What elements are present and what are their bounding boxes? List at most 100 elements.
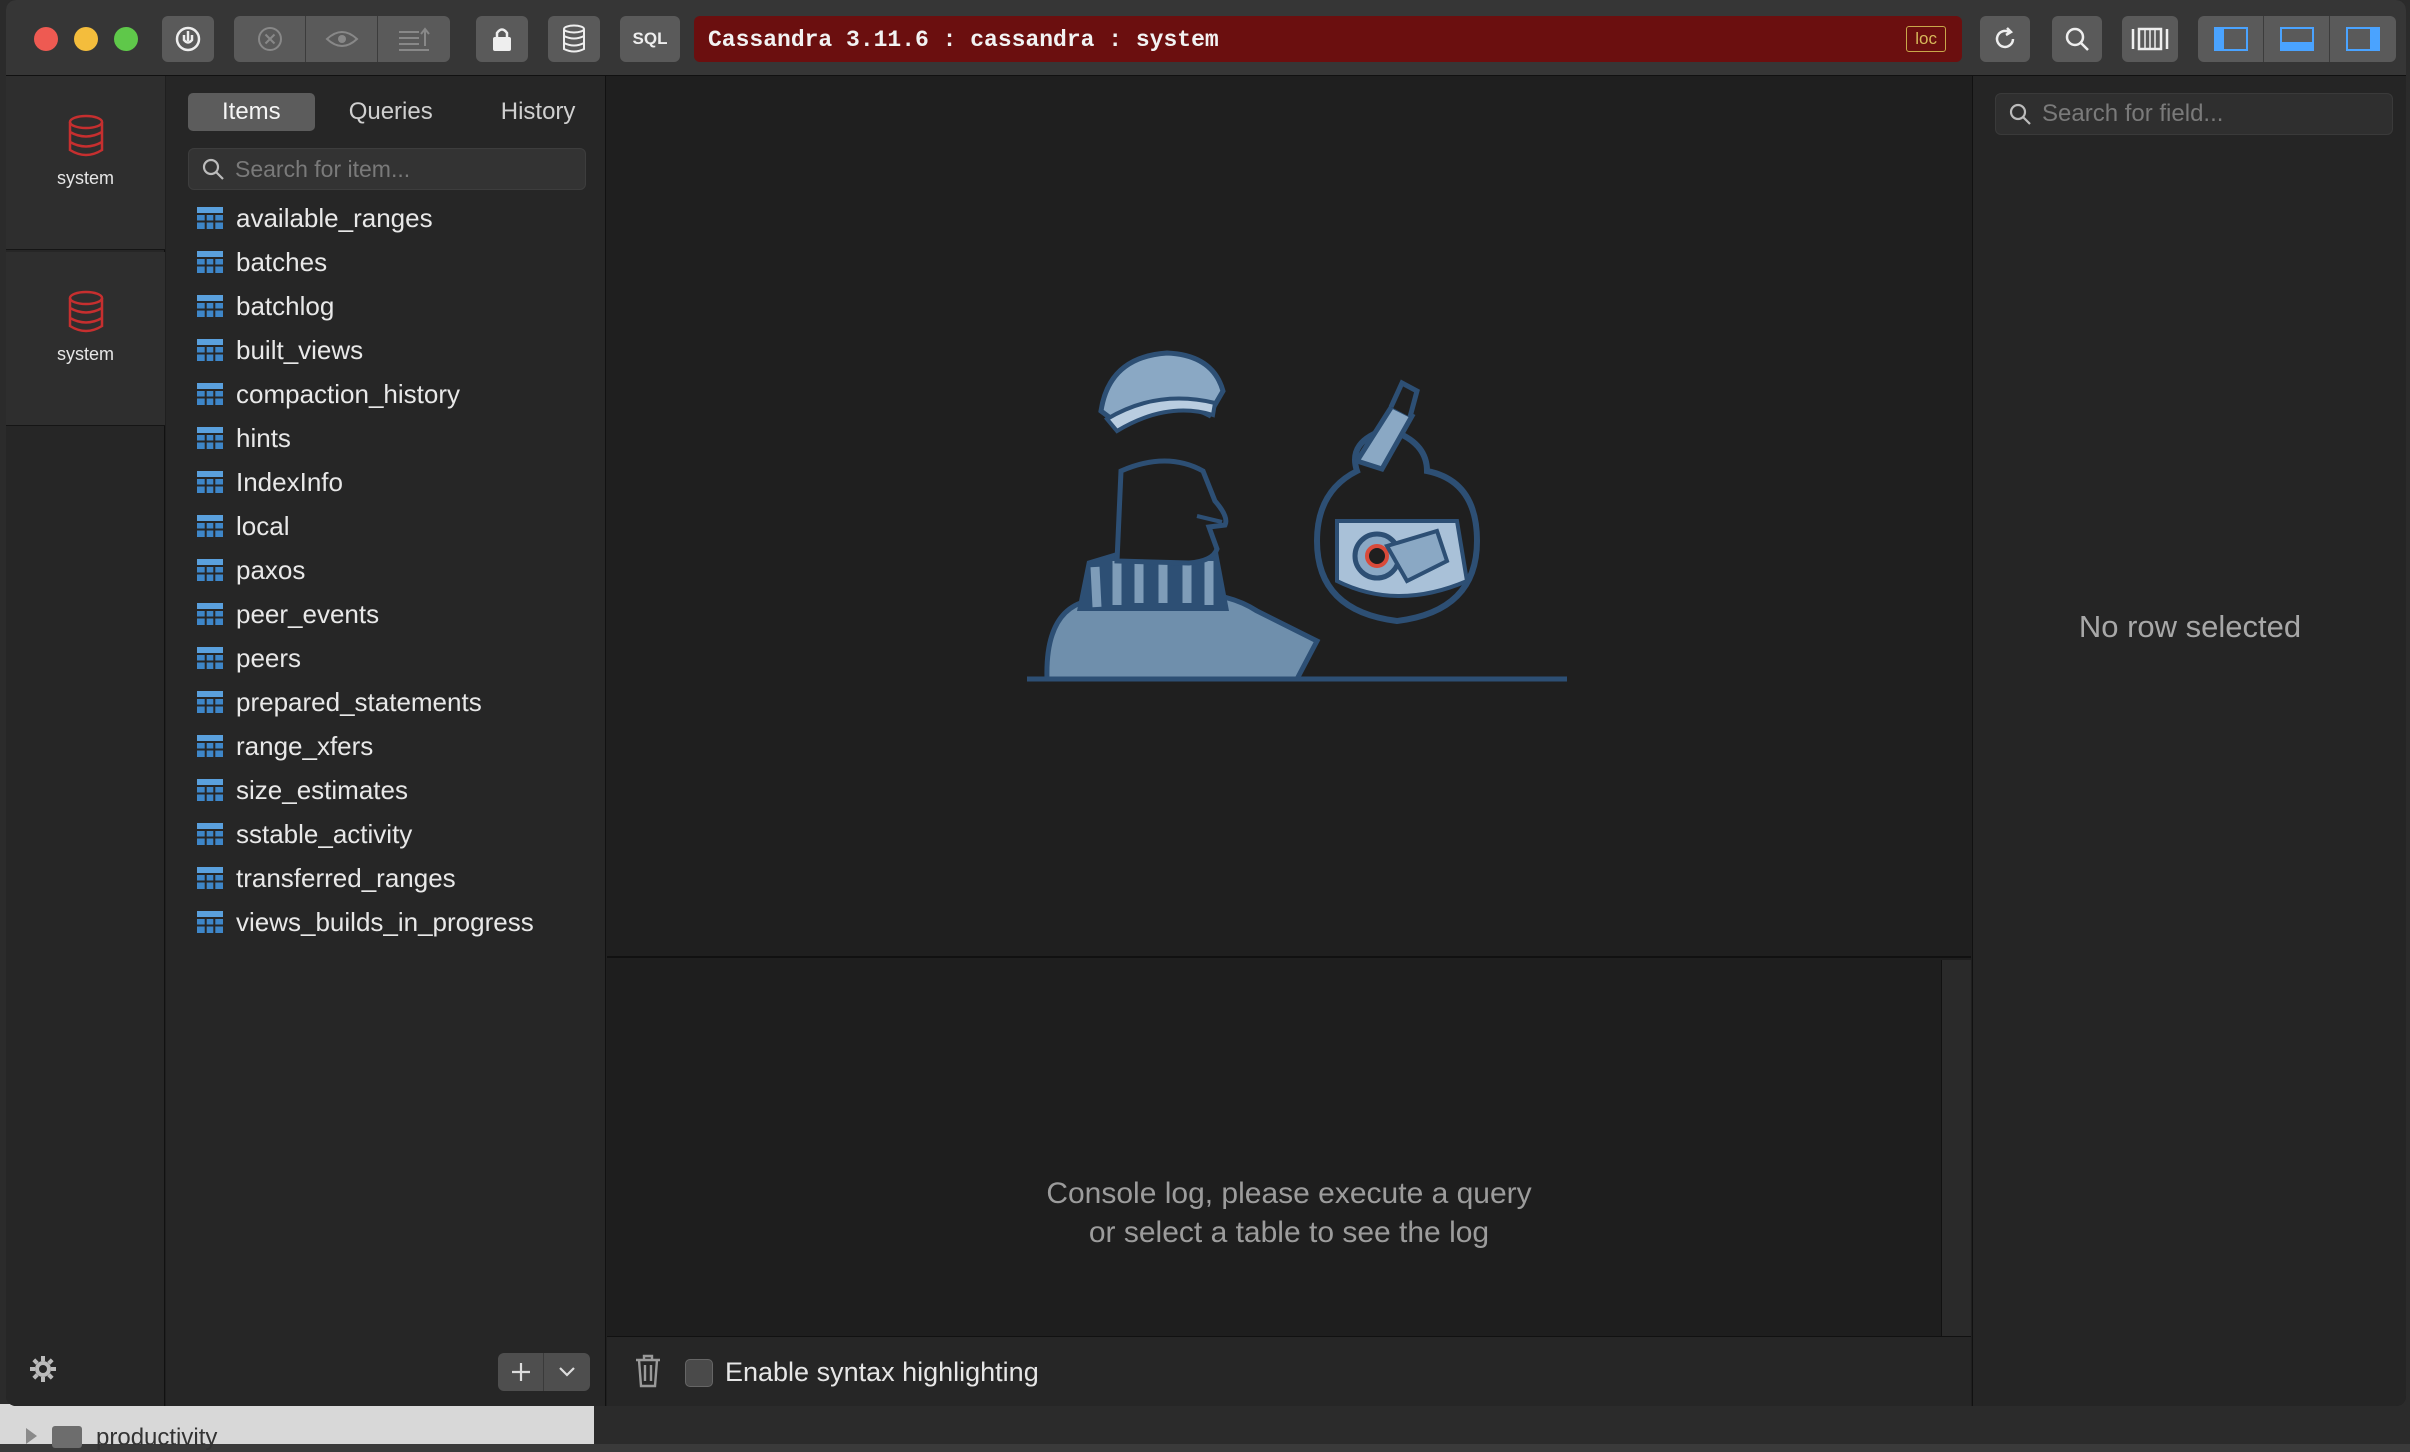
lock-icon <box>493 28 511 51</box>
sidebar-table-label: transferred_ranges <box>236 862 456 893</box>
no-row-selected-message: No row selected <box>2078 609 2302 644</box>
layout-toggle-group <box>2198 16 2396 62</box>
sidebar-table-label: size_estimates <box>236 774 408 805</box>
search-button[interactable] <box>2052 16 2102 62</box>
sidebar-table-item[interactable]: batchlog <box>196 284 534 328</box>
table-icon <box>197 779 223 801</box>
database-label: system <box>56 344 114 364</box>
add-options-dropdown[interactable] <box>544 1353 590 1391</box>
syntax-highlighting-label[interactable]: Enable syntax highlighting <box>725 1357 1039 1388</box>
columns-button[interactable] <box>2122 16 2178 62</box>
sidebar-table-item[interactable]: hints <box>196 416 534 460</box>
database-label: system <box>56 168 114 188</box>
database-item[interactable]: system <box>6 252 165 426</box>
stop-query-button[interactable] <box>234 16 306 62</box>
lines-upload-icon <box>399 27 430 51</box>
gear-icon[interactable] <box>28 1354 58 1384</box>
sidebar-table-label: IndexInfo <box>236 466 343 497</box>
close-window-button[interactable] <box>34 27 58 51</box>
database-icon <box>563 24 585 53</box>
sidebar-table-item[interactable]: views_builds_in_progress <box>196 900 534 944</box>
sidebar-table-label: range_xfers <box>236 730 374 761</box>
console-scrollbar[interactable] <box>1941 960 1971 1336</box>
sidebar-table-label: hints <box>236 422 291 453</box>
console-footer: Enable syntax highlighting <box>607 1336 1971 1406</box>
console-message-line1: Console log, please execute a query <box>1046 1177 1532 1210</box>
sidebar-table-item[interactable]: paxos <box>196 548 534 592</box>
bottom-panel-icon <box>2279 27 2314 51</box>
sidebar-table-label: prepared_statements <box>236 686 482 717</box>
finder-window-fragment: productivity <box>0 1404 594 1451</box>
columns-icon <box>2131 27 2169 51</box>
syntax-highlighting-checkbox[interactable] <box>685 1359 713 1387</box>
table-icon <box>197 735 223 757</box>
sidebar-table-item[interactable]: sstable_activity <box>196 812 534 856</box>
connection-info-bar[interactable]: Cassandra 3.11.6 : cassandra : system lo… <box>694 16 1962 62</box>
finder-item-label[interactable]: productivity <box>96 1424 217 1452</box>
tab-queries[interactable]: Queries <box>315 93 467 131</box>
sidebar-tabs: Items Queries History <box>188 93 609 131</box>
search-icon <box>2065 27 2089 51</box>
add-item-button[interactable] <box>498 1353 544 1391</box>
table-icon <box>197 295 223 317</box>
console-message-line2: or select a table to see the log <box>1088 1216 1490 1249</box>
table-list: available_ranges batches batchlog built_vie… <box>196 196 534 944</box>
tab-items[interactable]: Items <box>188 93 315 131</box>
cancel-circle-icon <box>257 27 282 51</box>
console-log[interactable] <box>607 960 1941 1336</box>
table-icon <box>197 251 223 273</box>
sidebar-table-item[interactable]: peer_events <box>196 592 534 636</box>
connection-button[interactable] <box>162 16 214 62</box>
sql-query-button[interactable]: SQL <box>620 16 680 62</box>
connection-tag-badge: loc <box>1906 26 1946 52</box>
sidebar-table-item[interactable]: range_xfers <box>196 724 534 768</box>
disclosure-triangle-icon[interactable] <box>26 1428 37 1444</box>
format-button[interactable] <box>378 16 450 62</box>
database-button[interactable] <box>548 16 600 62</box>
preview-button[interactable] <box>306 16 378 62</box>
tab-history[interactable]: History <box>467 93 610 131</box>
sidebar-table-item[interactable]: IndexInfo <box>196 460 534 504</box>
sql-label: SQL <box>632 29 668 48</box>
table-icon <box>197 339 223 361</box>
sidebar-table-item[interactable]: batches <box>196 240 534 284</box>
chevron-down-icon <box>559 1367 575 1377</box>
toolbar-action-group <box>234 16 450 62</box>
zoom-window-button[interactable] <box>114 27 138 51</box>
minimize-window-button[interactable] <box>74 27 98 51</box>
sidebar-table-item[interactable]: local <box>196 504 534 548</box>
connection-title: Cassandra 3.11.6 : cassandra : system <box>708 27 1219 53</box>
field-search-box <box>1995 93 2393 135</box>
table-icon <box>197 427 223 449</box>
toggle-bottom-panel-button[interactable] <box>2264 16 2330 62</box>
field-search-input[interactable] <box>2042 100 2382 128</box>
sidebar-table-item[interactable]: built_views <box>196 328 534 372</box>
trash-icon[interactable] <box>633 1353 663 1389</box>
folder-icon <box>52 1426 82 1448</box>
table-icon <box>197 647 223 669</box>
database-icon <box>68 290 103 333</box>
search-icon <box>202 158 224 180</box>
toggle-right-panel-button[interactable] <box>2330 16 2396 62</box>
sidebar-table-label: views_builds_in_progress <box>236 906 534 937</box>
database-item[interactable]: system <box>6 76 165 250</box>
table-icon <box>197 207 223 229</box>
table-icon <box>197 823 223 845</box>
refresh-button[interactable] <box>1980 16 2030 62</box>
table-icon <box>197 603 223 625</box>
sidebar-table-item[interactable]: size_estimates <box>196 768 534 812</box>
search-icon <box>2009 103 2031 125</box>
sidebar-table-item[interactable]: available_ranges <box>196 196 534 240</box>
sidebar-table-item[interactable]: prepared_statements <box>196 680 534 724</box>
sidebar-table-label: compaction_history <box>236 378 460 409</box>
toggle-left-panel-button[interactable] <box>2198 16 2264 62</box>
main-content: Console log, please execute a query or s… <box>607 76 1971 1406</box>
items-sidebar: Items Queries History available_rangesba… <box>166 76 606 1406</box>
sidebar-table-label: peers <box>236 642 302 673</box>
plug-icon <box>175 26 201 52</box>
lock-button[interactable] <box>476 16 528 62</box>
sidebar-table-item[interactable]: transferred_ranges <box>196 856 534 900</box>
sidebar-table-item[interactable]: compaction_history <box>196 372 534 416</box>
item-search-input[interactable] <box>235 155 575 183</box>
sidebar-table-item[interactable]: peers <box>196 636 534 680</box>
